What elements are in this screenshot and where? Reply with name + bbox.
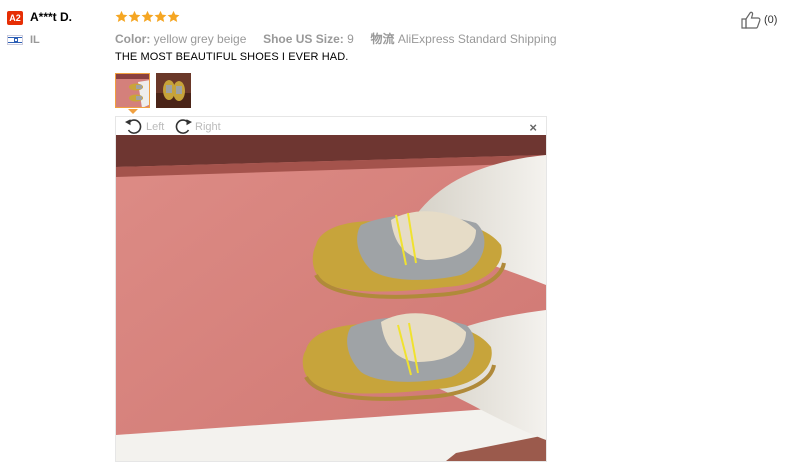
rotate-left-icon [125,119,142,134]
size-label: Shoe US Size: [263,32,344,46]
color-label: Color: [115,32,151,46]
thumbs-up-icon [741,11,761,29]
color-value: yellow grey beige [153,32,247,46]
star-rating [115,10,180,23]
photo-viewer: Left Right × [115,116,547,462]
rotate-left-label: Left [146,120,165,133]
star-icon [128,10,141,23]
review-photo-thumbnail[interactable] [115,73,150,108]
selected-thumbnail-indicator [128,109,138,114]
star-icon [141,10,154,23]
review-photo [116,135,546,461]
reviewer-country: IL [30,34,40,46]
rotate-right-label: Right [195,120,221,133]
review-photo-thumbnail[interactable] [156,73,191,108]
rotate-right-icon [175,119,192,134]
review-text: THE MOST BEAUTIFUL SHOES I EVER HAD. [115,51,349,63]
shipping-label: 物流 [370,32,395,46]
like-button[interactable]: (0) [741,11,777,29]
rotate-right-button[interactable]: Right [173,118,221,135]
avatar-badge: A2 [7,11,23,25]
israel-flag-icon [7,35,23,45]
star-icon [154,10,167,23]
like-count: (0) [764,14,778,26]
sku-info: Color: yellow grey beige Shoe US Size: 9… [115,30,557,47]
size-value: 9 [347,32,354,46]
reviewer-name: A***t D. [30,10,73,24]
star-icon [115,10,128,23]
star-icon [167,10,180,23]
shipping-value: AliExpress Standard Shipping [397,32,557,46]
close-icon[interactable]: × [529,120,537,135]
rotate-left-button[interactable]: Left [124,118,164,135]
